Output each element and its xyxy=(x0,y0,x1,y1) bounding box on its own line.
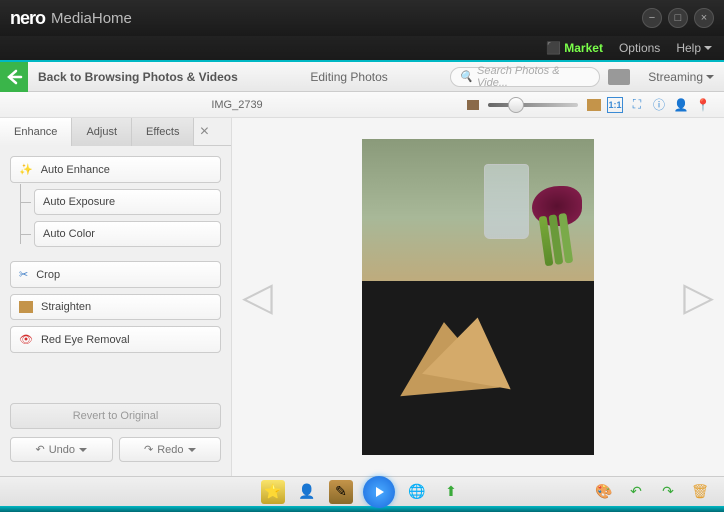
location-icon[interactable]: 📍 xyxy=(695,97,711,113)
tab-adjust[interactable]: Adjust xyxy=(72,118,132,146)
help-menu[interactable]: Help xyxy=(676,41,712,55)
undo-label: Undo xyxy=(49,444,75,456)
eye-icon: 👁 xyxy=(19,333,33,346)
minimize-button[interactable]: − xyxy=(642,8,662,28)
arrow-left-icon xyxy=(5,68,23,86)
crop-button[interactable]: ✂ Crop xyxy=(10,261,221,288)
rotate-right-button[interactable]: ↷ xyxy=(656,480,680,504)
tool-label: Straighten xyxy=(41,301,91,313)
share-button[interactable]: 🌐 xyxy=(405,480,429,504)
thumb-large-icon[interactable] xyxy=(587,99,601,111)
prev-photo-button[interactable]: ◁ xyxy=(242,274,273,320)
close-button[interactable]: × xyxy=(694,8,714,28)
chevron-down-icon xyxy=(706,75,714,79)
fit-icon[interactable]: 1:1 xyxy=(607,97,623,113)
tab-close-button[interactable]: × xyxy=(194,118,214,145)
tab-effects[interactable]: Effects xyxy=(132,118,194,146)
undo-button[interactable]: ↶ Undo xyxy=(10,437,113,462)
redo-button[interactable]: ↷ Redo xyxy=(119,437,222,462)
chevron-down-icon xyxy=(704,46,712,50)
search-placeholder: Search Photos & Vide... xyxy=(477,65,591,89)
straighten-button[interactable]: Straighten xyxy=(10,294,221,320)
brand-logo: nero xyxy=(10,8,45,29)
chevron-down-icon xyxy=(79,448,87,452)
photo-viewer: ◁ ▷ xyxy=(232,118,724,476)
tool-label: Auto Exposure xyxy=(43,196,115,208)
fullscreen-icon[interactable]: ⛶ xyxy=(629,97,645,113)
tool-label: Auto Enhance xyxy=(41,164,110,176)
tool-label: Red Eye Removal xyxy=(41,334,130,346)
nav-bar: Back to Browsing Photos & Videos Editing… xyxy=(0,62,724,92)
straighten-icon xyxy=(19,301,33,313)
auto-enhance-button[interactable]: ✨ Auto Enhance xyxy=(10,156,221,183)
back-button[interactable] xyxy=(0,62,28,92)
tab-enhance[interactable]: Enhance xyxy=(0,118,72,146)
market-button[interactable]: ⬛ Market xyxy=(546,41,603,55)
tool-label: Auto Color xyxy=(43,228,95,240)
color-button[interactable]: 🎨 xyxy=(592,480,616,504)
streaming-menu[interactable]: Streaming xyxy=(638,70,724,84)
main-area: Enhance Adjust Effects × ✨ Auto Enhance … xyxy=(0,118,724,476)
maximize-button[interactable]: □ xyxy=(668,8,688,28)
play-icon xyxy=(372,485,386,499)
slider-thumb[interactable] xyxy=(508,97,524,113)
market-icon: ⬛ xyxy=(546,41,561,55)
tool-label: Crop xyxy=(36,269,60,281)
favorite-button[interactable]: ⭐ xyxy=(261,480,285,504)
zoom-slider[interactable] xyxy=(488,103,578,107)
auto-exposure-button[interactable]: Auto Exposure xyxy=(34,189,221,215)
filename: IMG_2739 xyxy=(10,99,464,111)
market-label: Market xyxy=(564,41,603,55)
edit-button[interactable]: ✎ xyxy=(329,480,353,504)
portrait-button[interactable]: 👤 xyxy=(295,480,319,504)
revert-button[interactable]: Revert to Original xyxy=(10,403,221,429)
play-button[interactable] xyxy=(363,476,395,508)
info-icon[interactable]: ⓘ xyxy=(651,97,667,113)
next-photo-button[interactable]: ▷ xyxy=(683,274,714,320)
display-mode-button[interactable] xyxy=(608,69,630,85)
redo-icon: ↷ xyxy=(144,443,153,456)
bottom-toolbar: ⭐ 👤 ✎ 🌐 ⬆ 🎨 ↶ ↷ 🗑 xyxy=(0,476,724,506)
chevron-down-icon xyxy=(188,448,196,452)
search-icon: 🔍 xyxy=(459,70,473,83)
page-title: Editing Photos xyxy=(248,70,450,84)
tab-strip: Enhance Adjust Effects × xyxy=(0,118,231,146)
delete-button[interactable]: 🗑 xyxy=(688,480,712,504)
options-menu[interactable]: Options xyxy=(619,41,660,55)
back-label[interactable]: Back to Browsing Photos & Videos xyxy=(28,70,248,84)
redo-label: Redo xyxy=(157,444,183,456)
face-icon[interactable]: 👤 xyxy=(673,97,689,113)
edit-panel: Enhance Adjust Effects × ✨ Auto Enhance … xyxy=(0,118,232,476)
menu-bar: ⬛ Market Options Help xyxy=(0,36,724,62)
rotate-left-button[interactable]: ↶ xyxy=(624,480,648,504)
search-input[interactable]: 🔍 Search Photos & Vide... xyxy=(450,67,600,87)
streaming-label: Streaming xyxy=(648,70,703,84)
help-label: Help xyxy=(676,41,701,55)
title-bar: nero MediaHome − □ × xyxy=(0,0,724,36)
file-info-bar: IMG_2739 1:1 ⛶ ⓘ 👤 📍 xyxy=(0,92,724,118)
undo-icon: ↶ xyxy=(35,443,44,456)
magic-wand-icon: ✨ xyxy=(19,163,33,176)
thumb-small-icon[interactable] xyxy=(467,100,479,110)
red-eye-button[interactable]: 👁 Red Eye Removal xyxy=(10,326,221,353)
auto-color-button[interactable]: Auto Color xyxy=(34,221,221,247)
upload-button[interactable]: ⬆ xyxy=(439,480,463,504)
photo-preview[interactable] xyxy=(362,139,594,455)
app-name: MediaHome xyxy=(51,10,132,27)
crop-icon: ✂ xyxy=(19,268,28,281)
